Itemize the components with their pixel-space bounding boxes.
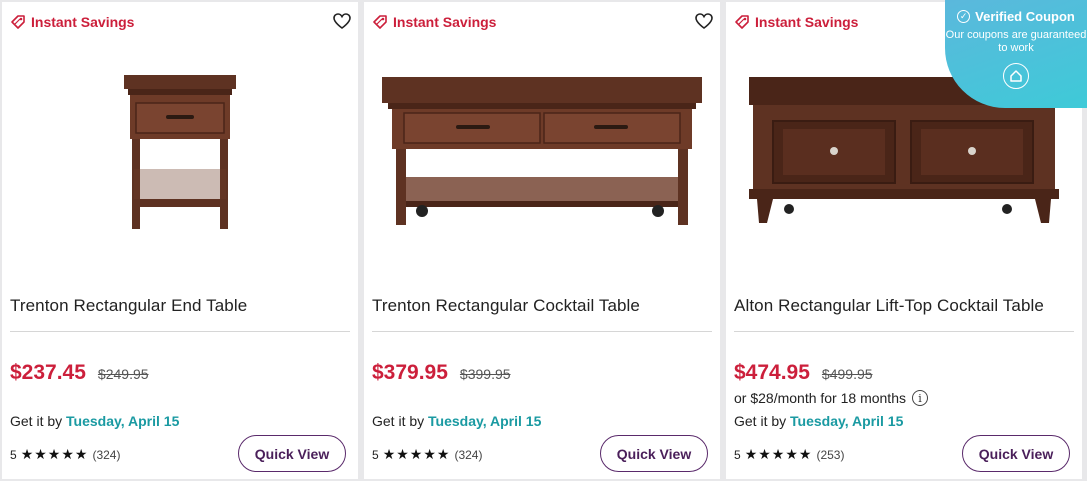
financing-offer: or $28/month for 18 months i — [734, 390, 928, 406]
delivery-info: Get it by Tuesday, April 15 — [10, 413, 179, 429]
coupon-header: ✓ Verified Coupon — [945, 9, 1087, 24]
review-count: (253) — [816, 447, 845, 462]
divider — [10, 331, 350, 332]
heart-icon — [695, 13, 713, 29]
rating-value: 5 — [10, 447, 17, 462]
product-title[interactable]: Trenton Rectangular End Table — [10, 296, 247, 316]
tag-icon — [373, 15, 387, 29]
original-price: $399.95 — [459, 366, 511, 382]
cocktail-table-image — [382, 77, 702, 225]
review-count: (324) — [454, 447, 483, 462]
price-block: $237.45 $249.95 — [10, 361, 149, 385]
product-title[interactable]: Trenton Rectangular Cocktail Table — [372, 296, 640, 316]
rating[interactable]: 5 ★★★★★ (253) — [734, 446, 844, 463]
delivery-info: Get it by Tuesday, April 15 — [734, 413, 903, 429]
check-circle-icon: ✓ — [957, 10, 971, 23]
rating[interactable]: 5 ★★★★★ (324) — [372, 446, 482, 463]
star-icons: ★★★★★ — [382, 446, 451, 462]
product-grid: Instant Savings Trenton Rectangular End … — [2, 2, 1082, 479]
badge-label: Instant Savings — [31, 14, 135, 30]
star-icons: ★★★★★ — [744, 446, 813, 462]
coupon-title: Verified Coupon — [975, 9, 1075, 24]
product-title[interactable]: Alton Rectangular Lift-Top Cocktail Tabl… — [734, 296, 1044, 316]
home-icon[interactable] — [1003, 63, 1029, 89]
delivery-label: Get it by — [734, 413, 787, 429]
instant-savings-badge: Instant Savings — [734, 14, 858, 30]
rating-value: 5 — [372, 447, 379, 462]
product-image[interactable] — [2, 42, 358, 262]
badge-label: Instant Savings — [393, 14, 497, 30]
favorite-button[interactable] — [694, 11, 714, 31]
divider — [372, 331, 712, 332]
instant-savings-badge: Instant Savings — [372, 14, 496, 30]
quick-view-button[interactable]: Quick View — [238, 435, 346, 472]
delivery-label: Get it by — [10, 413, 63, 429]
star-icons: ★★★★★ — [20, 446, 89, 462]
info-icon[interactable]: i — [912, 390, 928, 406]
instant-savings-badge: Instant Savings — [10, 14, 134, 30]
divider — [734, 331, 1074, 332]
quick-view-button[interactable]: Quick View — [600, 435, 708, 472]
coupon-message: Our coupons are guaranteed to work — [945, 29, 1087, 54]
financing-text: or $28/month for 18 months — [734, 390, 906, 406]
heart-icon — [333, 13, 351, 29]
delivery-date: Tuesday, April 15 — [66, 413, 180, 429]
verified-coupon-widget[interactable]: ✓ Verified Coupon Our coupons are guaran… — [945, 0, 1087, 108]
product-image[interactable] — [364, 42, 720, 262]
badge-label: Instant Savings — [755, 14, 859, 30]
review-count: (324) — [92, 447, 121, 462]
end-table-image — [124, 74, 236, 229]
price-block: $474.95 $499.95 — [734, 361, 873, 385]
rating-value: 5 — [734, 447, 741, 462]
original-price: $249.95 — [97, 366, 149, 382]
original-price: $499.95 — [821, 366, 873, 382]
delivery-date: Tuesday, April 15 — [790, 413, 904, 429]
product-card[interactable]: Instant Savings Trenton Rectangular Cock… — [364, 2, 720, 479]
favorite-button[interactable] — [332, 11, 352, 31]
sale-price: $379.95 — [372, 361, 448, 384]
sale-price: $474.95 — [734, 361, 810, 384]
price-block: $379.95 $399.95 — [372, 361, 511, 385]
delivery-label: Get it by — [372, 413, 425, 429]
product-card[interactable]: Instant Savings Trenton Rectangular End … — [2, 2, 358, 479]
delivery-info: Get it by Tuesday, April 15 — [372, 413, 541, 429]
delivery-date: Tuesday, April 15 — [428, 413, 542, 429]
rating[interactable]: 5 ★★★★★ (324) — [10, 446, 120, 463]
quick-view-button[interactable]: Quick View — [962, 435, 1070, 472]
tag-icon — [735, 15, 749, 29]
sale-price: $237.45 — [10, 361, 86, 384]
tag-icon — [11, 15, 25, 29]
